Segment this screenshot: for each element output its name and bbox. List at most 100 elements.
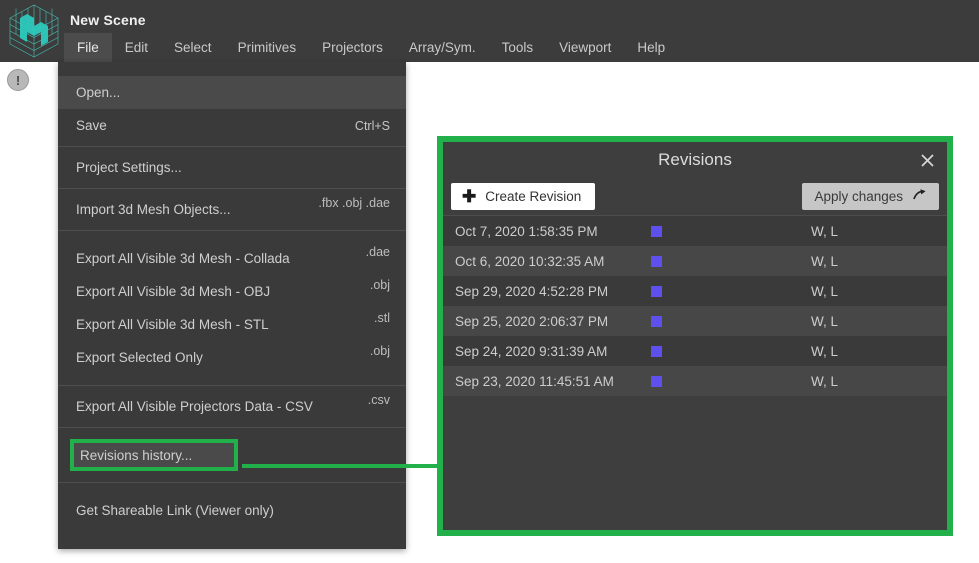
menu-option-label: Import 3d Mesh Objects... bbox=[76, 202, 231, 217]
menu-option-import-3d-mesh[interactable]: Import 3d Mesh Objects... .fbx .obj .dae bbox=[58, 193, 406, 226]
menu-option-revisions-history[interactable]: Revisions history... bbox=[70, 439, 238, 471]
create-revision-label: Create Revision bbox=[485, 189, 581, 204]
menu-item-primitives[interactable]: Primitives bbox=[225, 33, 310, 62]
menu-option-extensions: .dae bbox=[366, 245, 390, 259]
menu-option-export-collada[interactable]: Export All Visible 3d Mesh - Collada .da… bbox=[58, 242, 406, 275]
menu-option-extensions: .fbx .obj .dae bbox=[318, 196, 390, 210]
menu-item-label: Primitives bbox=[238, 40, 297, 55]
revision-date: Oct 6, 2020 10:32:35 AM bbox=[455, 254, 651, 269]
revision-color-swatch bbox=[651, 226, 662, 237]
table-row[interactable]: Oct 7, 2020 1:58:35 PM W, L bbox=[443, 216, 947, 246]
revisions-list: Oct 7, 2020 1:58:35 PM W, L Oct 6, 2020 … bbox=[443, 216, 947, 396]
menu-option-label: Export All Visible 3d Mesh - OBJ bbox=[76, 284, 270, 299]
menu-separator bbox=[58, 146, 406, 147]
callout-connector-line bbox=[242, 464, 442, 468]
menu-item-tools[interactable]: Tools bbox=[489, 33, 547, 62]
menu-option-export-projectors-csv[interactable]: Export All Visible Projectors Data - CSV… bbox=[58, 390, 406, 423]
menu-item-label: Edit bbox=[125, 40, 148, 55]
revision-users: W, L bbox=[807, 254, 947, 269]
menu-option-save[interactable]: Save Ctrl+S bbox=[58, 109, 406, 142]
app-root: New Scene File Edit Select Primitives Pr… bbox=[0, 0, 979, 563]
menu-option-label: Revisions history... bbox=[80, 448, 192, 463]
revisions-panel-header: Revisions bbox=[443, 142, 947, 178]
revision-date: Oct 7, 2020 1:58:35 PM bbox=[455, 224, 651, 239]
info-glyph: ! bbox=[16, 74, 20, 87]
revision-date: Sep 23, 2020 11:45:51 AM bbox=[455, 374, 651, 389]
menu-option-project-settings[interactable]: Project Settings... bbox=[58, 151, 406, 184]
revisions-panel-highlight: Revisions ✚ Create Revision Apply change… bbox=[437, 136, 953, 536]
menu-item-array-sym[interactable]: Array/Sym. bbox=[396, 33, 489, 62]
menu-option-export-selected-only[interactable]: Export Selected Only .obj bbox=[58, 341, 406, 374]
table-row[interactable]: Sep 29, 2020 4:52:28 PM W, L bbox=[443, 276, 947, 306]
top-bar: New Scene File Edit Select Primitives Pr… bbox=[0, 0, 979, 62]
close-icon[interactable] bbox=[913, 146, 941, 174]
menu-item-label: Select bbox=[174, 40, 212, 55]
table-row[interactable]: Sep 23, 2020 11:45:51 AM W, L bbox=[443, 366, 947, 396]
menu-spacer bbox=[58, 374, 406, 381]
menu-option-label: Export All Visible 3d Mesh - STL bbox=[76, 317, 269, 332]
menu-item-label: Projectors bbox=[322, 40, 383, 55]
menu-item-viewport[interactable]: Viewport bbox=[546, 33, 624, 62]
menu-option-label: Open... bbox=[76, 85, 120, 100]
menu-item-projectors[interactable]: Projectors bbox=[309, 33, 396, 62]
menu-item-label: Help bbox=[637, 40, 665, 55]
menu-option-export-stl[interactable]: Export All Visible 3d Mesh - STL .stl bbox=[58, 308, 406, 341]
create-revision-button[interactable]: ✚ Create Revision bbox=[451, 183, 595, 210]
menu-spacer bbox=[58, 487, 406, 494]
menu-item-edit[interactable]: Edit bbox=[112, 33, 161, 62]
menu-option-extensions: .stl bbox=[374, 311, 390, 325]
plus-icon: ✚ bbox=[462, 188, 476, 205]
menu-item-help[interactable]: Help bbox=[624, 33, 678, 62]
menu-item-label: Tools bbox=[502, 40, 534, 55]
menu-spacer bbox=[58, 235, 406, 242]
revision-color-swatch bbox=[651, 256, 662, 267]
menu-option-extensions: .csv bbox=[368, 393, 390, 407]
isometric-cube-logo bbox=[6, 2, 62, 60]
menu-option-extensions: .obj bbox=[370, 344, 390, 358]
menu-separator bbox=[58, 427, 406, 428]
apply-changes-button[interactable]: Apply changes bbox=[802, 183, 939, 210]
menu-item-label: Array/Sym. bbox=[409, 40, 476, 55]
revision-users: W, L bbox=[807, 224, 947, 239]
revisions-panel: Revisions ✚ Create Revision Apply change… bbox=[443, 142, 947, 530]
menu-spacer bbox=[58, 432, 406, 439]
revision-color-swatch bbox=[651, 286, 662, 297]
menu-separator bbox=[58, 230, 406, 231]
menu-separator bbox=[58, 188, 406, 189]
revisions-panel-title: Revisions bbox=[658, 150, 732, 170]
table-row[interactable]: Sep 24, 2020 9:31:39 AM W, L bbox=[443, 336, 947, 366]
table-row[interactable]: Sep 25, 2020 2:06:37 PM W, L bbox=[443, 306, 947, 336]
menu-item-label: File bbox=[77, 40, 99, 55]
table-row[interactable]: Oct 6, 2020 10:32:35 AM W, L bbox=[443, 246, 947, 276]
info-circle-icon[interactable]: ! bbox=[7, 69, 29, 91]
menu-item-select[interactable]: Select bbox=[161, 33, 225, 62]
revisions-toolbar: ✚ Create Revision Apply changes bbox=[443, 178, 947, 216]
menu-option-extensions: .obj bbox=[370, 278, 390, 292]
revision-color-swatch bbox=[651, 376, 662, 387]
menu-option-label: Export All Visible Projectors Data - CSV bbox=[76, 399, 313, 414]
menu-option-shortcut: Ctrl+S bbox=[355, 119, 390, 133]
page-title: New Scene bbox=[70, 12, 146, 28]
menubar: File Edit Select Primitives Projectors A… bbox=[64, 33, 678, 62]
menu-spacer bbox=[58, 471, 406, 478]
menu-item-label: Viewport bbox=[559, 40, 611, 55]
menu-separator bbox=[58, 482, 406, 483]
menu-option-get-shareable-link[interactable]: Get Shareable Link (Viewer only) bbox=[58, 494, 406, 527]
menu-option-label: Export All Visible 3d Mesh - Collada bbox=[76, 251, 290, 266]
revision-date: Sep 25, 2020 2:06:37 PM bbox=[455, 314, 651, 329]
menu-option-open[interactable]: Open... bbox=[58, 76, 406, 109]
menu-option-label: Project Settings... bbox=[76, 160, 182, 175]
revision-users: W, L bbox=[807, 374, 947, 389]
menu-separator bbox=[58, 385, 406, 386]
apply-changes-label: Apply changes bbox=[814, 189, 903, 204]
revision-color-swatch bbox=[651, 316, 662, 327]
revision-users: W, L bbox=[807, 284, 947, 299]
revision-users: W, L bbox=[807, 314, 947, 329]
revision-color-swatch bbox=[651, 346, 662, 357]
file-dropdown-menu: Open... Save Ctrl+S Project Settings... … bbox=[58, 62, 406, 549]
menu-item-file[interactable]: File bbox=[64, 33, 112, 62]
revision-users: W, L bbox=[807, 344, 947, 359]
menu-option-label: Get Shareable Link (Viewer only) bbox=[76, 503, 274, 518]
revision-date: Sep 24, 2020 9:31:39 AM bbox=[455, 344, 651, 359]
menu-option-export-obj[interactable]: Export All Visible 3d Mesh - OBJ .obj bbox=[58, 275, 406, 308]
